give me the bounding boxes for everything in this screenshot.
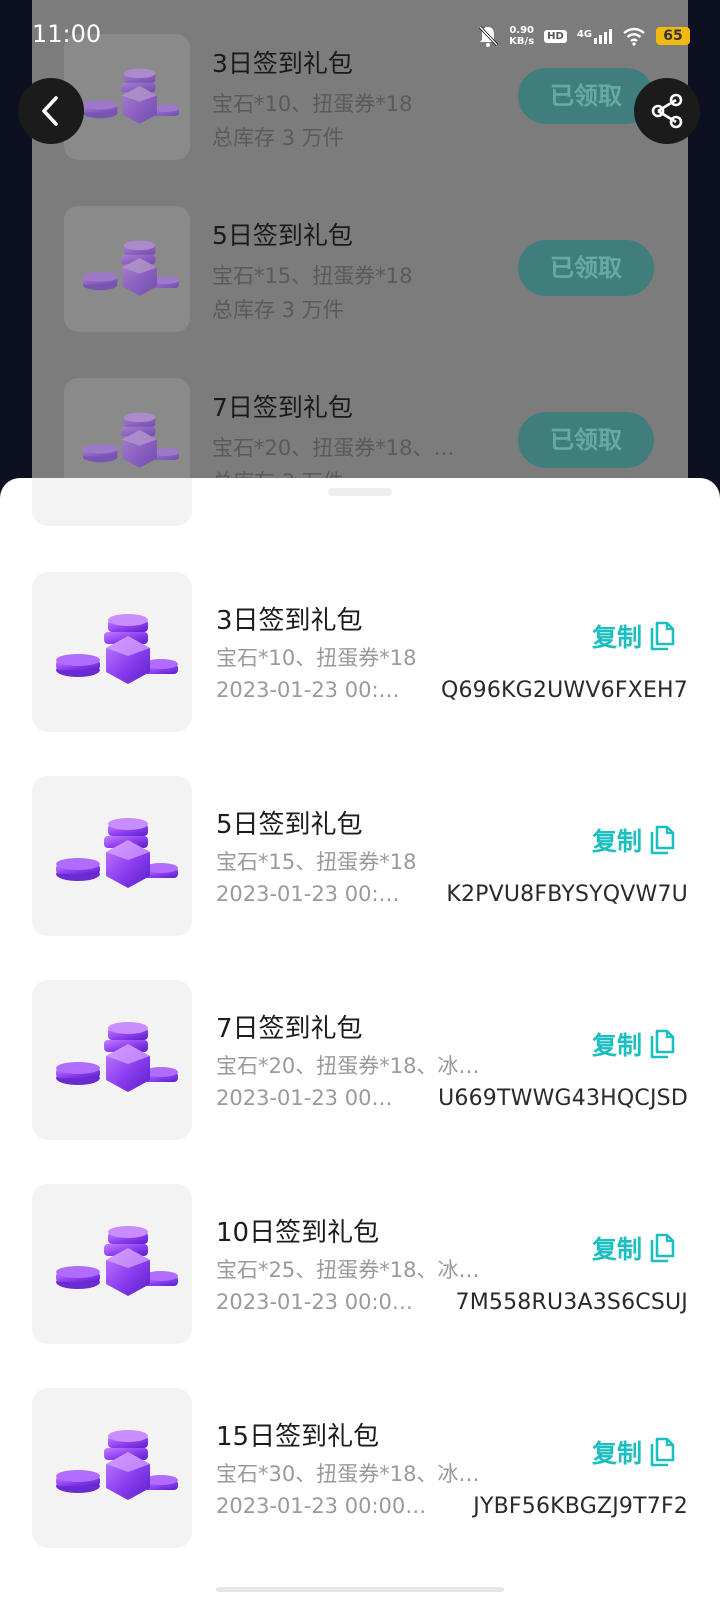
gift-date: 2023-01-23 00:0… <box>216 1290 413 1314</box>
claimed-button[interactable]: 已领取 <box>518 240 654 296</box>
gift-desc: 宝石*20、扭蛋券*18、冰… <box>216 1054 480 1078</box>
gem-pile-icon <box>56 818 178 888</box>
gem-pile-icon <box>56 614 178 684</box>
net-speed: 0.90 KB/s <box>509 25 534 47</box>
copy-icon <box>650 1029 675 1059</box>
gift-code-row: 15日签到礼包 宝石*30、扭蛋券*18、冰… 2023-01-23 00:00… <box>0 1388 720 1548</box>
gift-title: 3日签到礼包 <box>216 606 363 636</box>
gift-title: 5日签到礼包 <box>212 221 353 250</box>
gift-code: 7M558RU3A3S6CSUJ <box>455 1290 688 1315</box>
gift-code-row: 3日签到礼包 宝石*10、扭蛋券*18 2023-01-23 00:… Q696… <box>0 572 720 732</box>
gift-date: 2023-01-23 00… <box>216 1086 393 1110</box>
gift-code: JYBF56KBGZJ9T7F2 <box>473 1494 688 1519</box>
gift-title: 7日签到礼包 <box>212 393 353 422</box>
copy-label: 复制 <box>592 1031 643 1060</box>
gem-pile-icon <box>56 1022 178 1092</box>
status-icons: 0.90 KB/s HD 4G 65 <box>477 22 690 50</box>
gem-pile-icon <box>82 412 179 468</box>
gift-code-row: 10日签到礼包 宝石*25、扭蛋券*18、冰… 2023-01-23 00:0…… <box>0 1184 720 1344</box>
gift-date: 2023-01-23 00:… <box>216 882 400 906</box>
gift-title: 7日签到礼包 <box>216 1014 363 1044</box>
gift-stock: 总库存 3 万件 <box>212 126 344 150</box>
claimed-button[interactable]: 已领取 <box>518 412 654 468</box>
background-list-item: 5日签到礼包 宝石*15、扭蛋券*18 总库存 3 万件 已领取 <box>32 172 688 348</box>
gem-pile-icon <box>56 1430 178 1500</box>
gift-code: Q696KG2UWV6FXEH7 <box>440 678 688 703</box>
network-type: 4G <box>576 28 592 40</box>
status-bar: 11:00 0.90 KB/s HD 4G 65 <box>0 0 720 72</box>
net-speed-unit: KB/s <box>509 36 535 47</box>
gift-code: U669TWWG43HQCJSD <box>438 1086 688 1111</box>
copy-label: 复制 <box>592 1439 643 1468</box>
gift-code: K2PVU8FBYSYQVW7U <box>446 882 688 907</box>
gift-thumbnail <box>32 980 192 1140</box>
copy-icon <box>650 1437 675 1467</box>
gift-thumbnail <box>32 1388 192 1548</box>
gift-thumbnail <box>32 1184 192 1344</box>
background-gift-list: 3日签到礼包 宝石*10、扭蛋券*18 总库存 3 万件 已领取 5日签到礼包 … <box>32 0 688 480</box>
gift-desc: 宝石*15、扭蛋券*18 <box>212 264 413 288</box>
copy-button[interactable]: 复制 <box>592 822 676 858</box>
battery-icon: 65 <box>656 27 690 45</box>
home-indicator[interactable] <box>216 1587 504 1592</box>
gift-title: 10日签到礼包 <box>216 1218 380 1248</box>
gift-code-sheet[interactable]: 3日签到礼包 宝石*10、扭蛋券*18 2023-01-23 00:… Q696… <box>0 478 720 1600</box>
gift-thumbnail <box>32 776 192 936</box>
gem-pile-icon <box>56 1226 178 1296</box>
gift-stock: 总库存 3 万件 <box>212 298 344 322</box>
gift-desc: 宝石*10、扭蛋券*18 <box>212 92 413 116</box>
back-button[interactable] <box>18 78 84 144</box>
copy-button[interactable]: 复制 <box>592 1230 676 1266</box>
gift-desc: 宝石*10、扭蛋券*18 <box>216 646 417 670</box>
signal-icon: 4G <box>576 28 612 44</box>
gift-date: 2023-01-23 00:00… <box>216 1494 427 1518</box>
copy-icon <box>650 825 675 855</box>
copy-button[interactable]: 复制 <box>592 1026 676 1062</box>
mute-bell-icon <box>479 25 499 47</box>
drag-handle[interactable] <box>328 488 392 496</box>
copy-icon <box>650 1233 675 1263</box>
gift-date: 2023-01-23 00:… <box>216 678 400 702</box>
net-speed-value: 0.90 <box>509 25 534 36</box>
gift-desc: 宝石*15、扭蛋券*18 <box>216 850 417 874</box>
chevron-left-icon <box>42 96 58 126</box>
hd-badge: HD <box>544 29 567 43</box>
share-icon <box>651 93 683 129</box>
copy-label: 复制 <box>592 623 643 652</box>
gem-pile-icon <box>82 240 179 296</box>
copy-button[interactable]: 复制 <box>592 1434 676 1470</box>
copy-button[interactable]: 复制 <box>592 618 676 654</box>
status-time: 11:00 <box>32 20 102 48</box>
gift-thumbnail <box>64 378 190 480</box>
background-list-item: 7日签到礼包 宝石*20、扭蛋券*18、… 总库存 3 万件 已领取 <box>32 344 688 480</box>
copy-label: 复制 <box>592 1235 643 1264</box>
gift-desc: 宝石*25、扭蛋券*18、冰… <box>216 1258 480 1282</box>
gift-desc: 宝石*20、扭蛋券*18、… <box>212 436 455 460</box>
gift-code-row: 7日签到礼包 宝石*20、扭蛋券*18、冰… 2023-01-23 00… U6… <box>0 980 720 1140</box>
gift-code-row: 5日签到礼包 宝石*15、扭蛋券*18 2023-01-23 00:… K2PV… <box>0 776 720 936</box>
gift-title: 15日签到礼包 <box>216 1422 380 1452</box>
gift-thumbnail <box>64 206 190 332</box>
copy-icon <box>650 621 675 651</box>
wifi-icon <box>623 27 645 46</box>
gift-desc: 宝石*30、扭蛋券*18、冰… <box>216 1462 480 1486</box>
share-button[interactable] <box>634 78 700 144</box>
gift-thumbnail <box>32 572 192 732</box>
partial-thumbnail <box>32 478 192 526</box>
gift-title: 5日签到礼包 <box>216 810 363 840</box>
copy-label: 复制 <box>592 827 643 856</box>
